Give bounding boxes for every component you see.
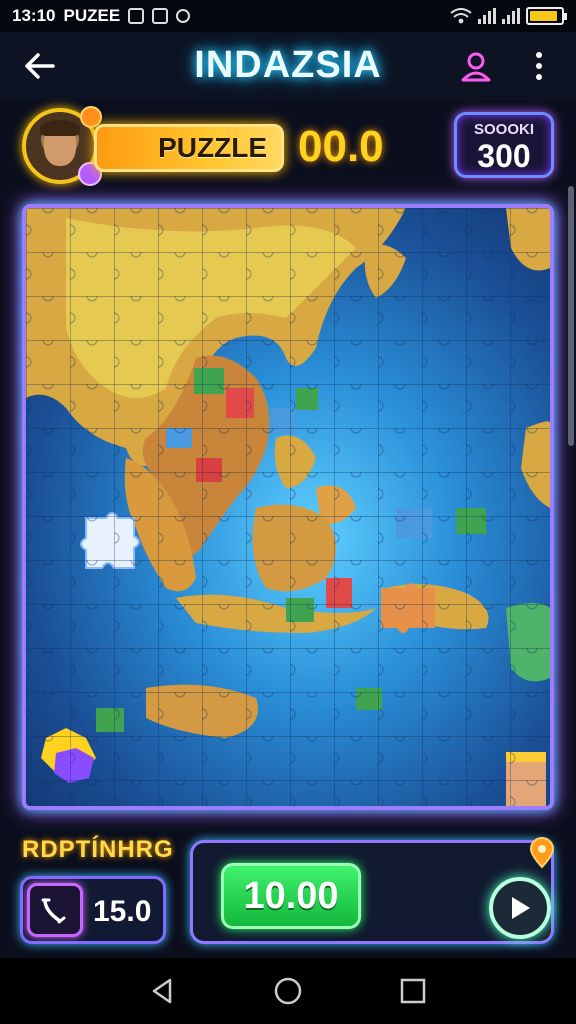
value-button[interactable]: 10.00 <box>221 863 361 929</box>
puzzle-label: PUZZLE <box>158 132 267 163</box>
timer-icon-button[interactable] <box>27 883 83 937</box>
progress-value: 00.0 <box>298 122 384 171</box>
profile-button[interactable] <box>456 46 496 86</box>
battery-icon <box>526 7 567 25</box>
gallery-icon <box>128 8 145 24</box>
score-box: SOOOKI 300 <box>454 112 554 178</box>
system-nav-bar <box>0 958 576 1024</box>
location-icon <box>176 9 191 23</box>
app-name: PUZEE <box>63 6 121 25</box>
puzzle-map-image <box>26 208 550 806</box>
status-bar: 13:10 PUZEE <box>0 0 576 32</box>
play-icon <box>512 897 530 919</box>
app-header: INDAZSIA <box>0 32 576 100</box>
nav-back-icon[interactable] <box>148 976 178 1006</box>
play-button[interactable] <box>489 877 551 939</box>
nav-home-icon[interactable] <box>273 976 303 1006</box>
scrollbar-thumb[interactable] <box>568 186 574 446</box>
score-label: SOOOKI <box>473 121 534 138</box>
section-label: RDPTÍNHRG <box>22 836 174 863</box>
status-time: 13:10 <box>12 6 56 25</box>
timer-box[interactable]: 15.0 <box>20 876 166 944</box>
wifi-icon <box>450 8 472 24</box>
more-vertical-icon <box>536 52 542 58</box>
value-button-label: 10.00 <box>243 874 339 917</box>
puzzle-pill[interactable]: PUZZLE <box>94 124 284 172</box>
puzzle-board[interactable] <box>22 204 554 810</box>
score-value: 300 <box>477 138 531 174</box>
more-button[interactable] <box>524 46 554 86</box>
notification-icon <box>152 8 169 24</box>
user-icon <box>461 52 491 82</box>
signal-icon-2 <box>502 8 520 24</box>
signal-icon <box>478 8 496 24</box>
action-panel: 10.00 <box>190 837 555 944</box>
nav-recents-icon[interactable] <box>398 976 428 1006</box>
map-pin-icon <box>529 837 555 869</box>
timer-value: 15.0 <box>93 895 152 928</box>
avatar[interactable] <box>22 106 102 186</box>
avatar-face <box>40 120 80 166</box>
phone-icon <box>41 898 66 924</box>
